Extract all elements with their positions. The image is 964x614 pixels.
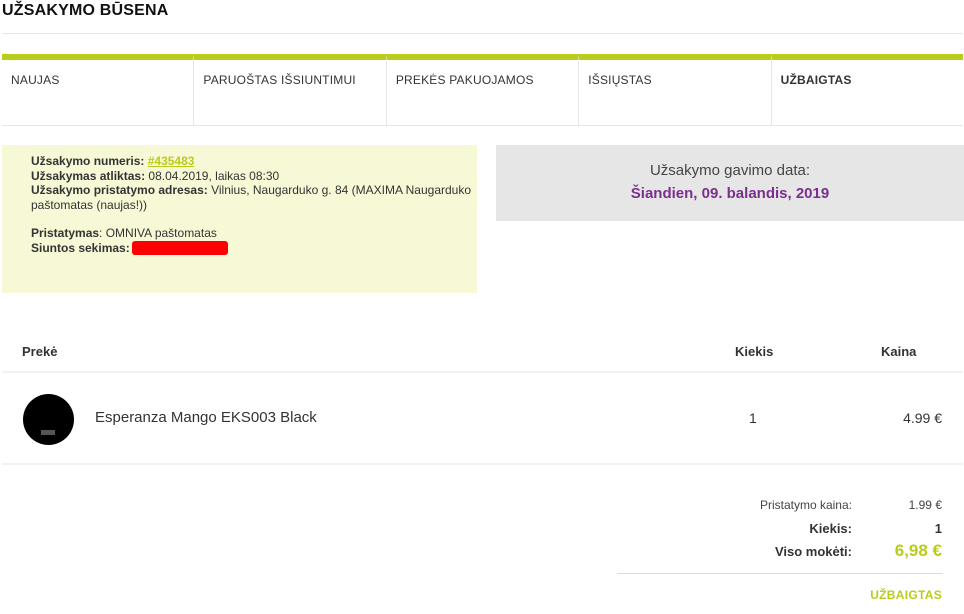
header-product: Prekė — [22, 344, 58, 359]
total-value: 6,98 € — [894, 541, 942, 560]
order-progress-steps: NAUJAS PARUOŠTAS IŠSIUNTIMUI PREKĖS PAKU… — [2, 54, 964, 126]
page-title: UŽSAKYMO BŪSENA — [2, 2, 169, 19]
table-header-divider — [2, 371, 963, 373]
delivery-value: : OMNIVA paštomatas — [99, 226, 217, 240]
header-price: Kaina — [881, 344, 917, 359]
product-thumbnail[interactable] — [23, 394, 74, 445]
product-qty: 1 — [749, 410, 757, 426]
header-qty: Kiekis — [735, 344, 774, 359]
step-pakuojamos: PREKĖS PAKUOJAMOS — [386, 54, 580, 125]
order-placed-value: 08.04.2019, laikas 08:30 — [148, 168, 280, 183]
shipping-value: 1.99 € — [908, 498, 942, 512]
tracking-redaction — [131, 240, 228, 255]
order-number-link[interactable]: #435483 — [148, 154, 195, 168]
step-paruostas: PARUOŠTAS IŠSIUNTIMUI — [194, 54, 387, 125]
shipping-label: Pristatymo kaina: — [759, 498, 852, 512]
receipt-date-box: Užsakymo gavimo data: Šiandien, 09. bala… — [496, 145, 964, 221]
summary-qty-label: Kiekis: — [809, 521, 852, 536]
step-issiustas: IŠSIŲSTAS — [579, 54, 772, 125]
order-placed-label: Užsakymas atliktas: — [31, 168, 146, 183]
receipt-date-label: Užsakymo gavimo data: — [649, 162, 811, 179]
delivery-label: Pristatymas — [31, 226, 100, 240]
total-label: Viso mokėti: — [774, 544, 852, 559]
order-info-box: Užsakymo numeris: #435483 Užsakymas atli… — [2, 145, 477, 293]
tracking-label: Siuntos sekimas: — [31, 240, 130, 255]
step-naujas: NAUJAS — [2, 54, 195, 125]
address-label: Užsakymo pristatymo adresas: — [31, 183, 208, 197]
summary-divider — [617, 573, 943, 574]
summary-qty-value: 1 — [934, 521, 942, 536]
table-row-divider — [2, 463, 963, 465]
product-price: 4.99 € — [903, 410, 942, 426]
order-number-label: Užsakymo numeris: — [31, 154, 145, 168]
title-divider — [2, 33, 963, 34]
receipt-date-value: Šiandien, 09. balandis, 2019 — [630, 185, 830, 202]
order-status-text: UŽBAIGTAS — [870, 588, 942, 602]
product-name[interactable]: Esperanza Mango EKS003 Black — [95, 409, 317, 426]
step-uzbaigtas: UŽBAIGTAS — [771, 54, 964, 125]
